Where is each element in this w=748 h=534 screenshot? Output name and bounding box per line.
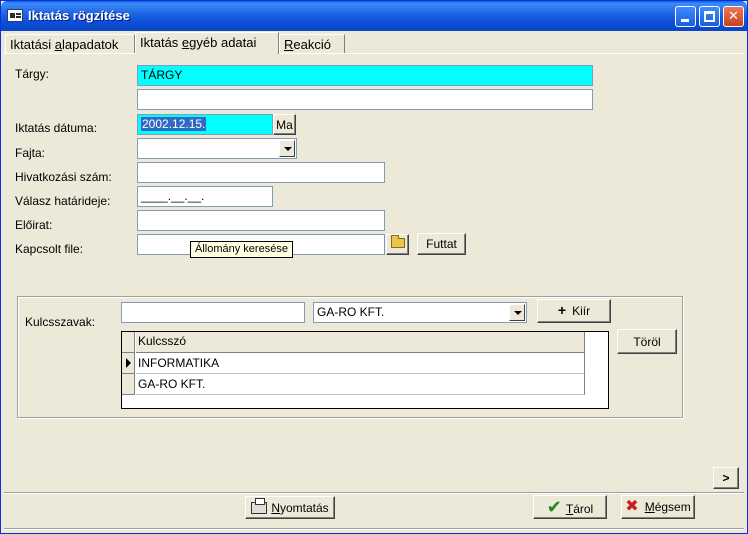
table-row[interactable]: INFORMATIKA	[122, 353, 585, 374]
tab-label-post: gyéb adatai	[189, 35, 257, 50]
cancel-x-icon: ✖	[625, 498, 639, 515]
eloirat-input[interactable]	[137, 210, 385, 231]
plus-icon: +	[557, 302, 567, 318]
printer-icon	[251, 498, 268, 514]
valasz-date-input[interactable]: ____.__.__.	[137, 186, 273, 207]
browse-tooltip: Állomány keresése	[190, 241, 293, 258]
targy-input[interactable]: TÁRGY	[137, 65, 593, 86]
keywords-label: Kulcsszavak:	[25, 315, 96, 329]
title-bar[interactable]: Iktatás rögzítése ✕	[1, 1, 747, 31]
current-row-pointer-icon	[126, 358, 131, 368]
grid-column-header[interactable]: Kulcsszó	[136, 332, 585, 353]
hivatkozasi-input[interactable]	[137, 162, 385, 183]
fajta-select[interactable]	[137, 138, 297, 159]
cancel-label: égsem	[654, 500, 691, 514]
table-row[interactable]: GA-RO KFT.	[122, 374, 585, 395]
save-button[interactable]: ✔ Tárol	[533, 495, 607, 519]
tab-label-accel: a	[54, 37, 63, 52]
print-button[interactable]: Nyomtatás	[245, 496, 335, 519]
close-icon: ✕	[728, 8, 739, 23]
eloirat-label: Előirat:	[15, 218, 53, 232]
next-page-button[interactable]: >	[713, 467, 739, 489]
tab-alapadatok[interactable]: Iktatási alapadatok	[5, 34, 135, 54]
status-strip	[4, 528, 744, 530]
close-button[interactable]: ✕	[723, 6, 744, 27]
chevron-down-icon[interactable]	[509, 304, 525, 321]
datum-input[interactable]: 2002.12.15.	[137, 114, 273, 135]
targy-label: Tárgy:	[15, 67, 50, 81]
futtat-button[interactable]: Futtat	[417, 233, 466, 255]
kiir-button[interactable]: + Kiír	[537, 299, 611, 323]
grid-cell[interactable]: INFORMATIKA	[136, 353, 585, 374]
footer-divider	[4, 492, 744, 494]
tab-label-pre: Iktatási	[10, 37, 55, 52]
window-title: Iktatás rögzítése	[28, 8, 130, 23]
datum-label: Iktatás dátuma:	[15, 121, 98, 135]
maximize-icon	[704, 11, 715, 22]
minimize-icon	[681, 19, 689, 22]
folder-open-icon	[391, 235, 405, 248]
cancel-accel: M	[644, 500, 655, 514]
row-indicator	[122, 353, 135, 374]
grid-header-corner	[122, 332, 135, 353]
print-label: yomtatás	[279, 501, 329, 515]
row-indicator	[122, 374, 135, 395]
keyword-combo-value: GA-RO KFT.	[317, 305, 385, 319]
targy-second-line-input[interactable]	[137, 89, 593, 110]
tab-label-pre: Iktatás	[140, 35, 182, 50]
check-icon: ✔	[546, 497, 562, 517]
chevron-down-icon[interactable]	[279, 140, 295, 157]
kiir-label: Kiír	[572, 304, 591, 318]
grid-header-row: Kulcsszó	[122, 332, 585, 353]
today-button[interactable]: Ma	[273, 114, 296, 135]
keyword-combo[interactable]: GA-RO KFT.	[313, 302, 527, 323]
fajta-label: Fajta:	[15, 146, 46, 160]
grid-cell[interactable]: GA-RO KFT.	[136, 374, 585, 395]
maximize-button[interactable]	[699, 6, 720, 27]
print-accel: N	[271, 501, 280, 515]
tab-label-post: lapadatok	[62, 37, 119, 52]
browse-file-button[interactable]	[386, 234, 409, 255]
kapcsolt-label: Kapcsolt file:	[15, 242, 84, 256]
save-label: árol	[573, 502, 594, 516]
keyword-grid[interactable]: Kulcsszó INFORMATIKA GA-RO KFT.	[121, 331, 609, 409]
minimize-button[interactable]	[675, 6, 696, 27]
tab-label-post: eakció	[293, 37, 331, 52]
datum-selected-text: 2002.12.15.	[141, 117, 207, 131]
tab-reakcio[interactable]: Reakció	[279, 34, 345, 54]
window-app-icon	[7, 9, 23, 22]
cancel-button[interactable]: ✖ Mégsem	[621, 495, 695, 519]
torol-button[interactable]: Töröl	[617, 329, 677, 354]
valasz-label: Válasz határideje:	[15, 194, 111, 208]
keyword-input[interactable]	[121, 302, 305, 323]
tab-label-accel: R	[284, 37, 294, 52]
hivatkozasi-label: Hivatkozási szám:	[15, 170, 112, 184]
main-window: Iktatás rögzítése ✕ Iktatási alapadatok …	[0, 0, 748, 534]
tab-panel	[4, 53, 744, 485]
tab-egyeb-adatai[interactable]: Iktatás egyéb adatai	[135, 32, 279, 54]
